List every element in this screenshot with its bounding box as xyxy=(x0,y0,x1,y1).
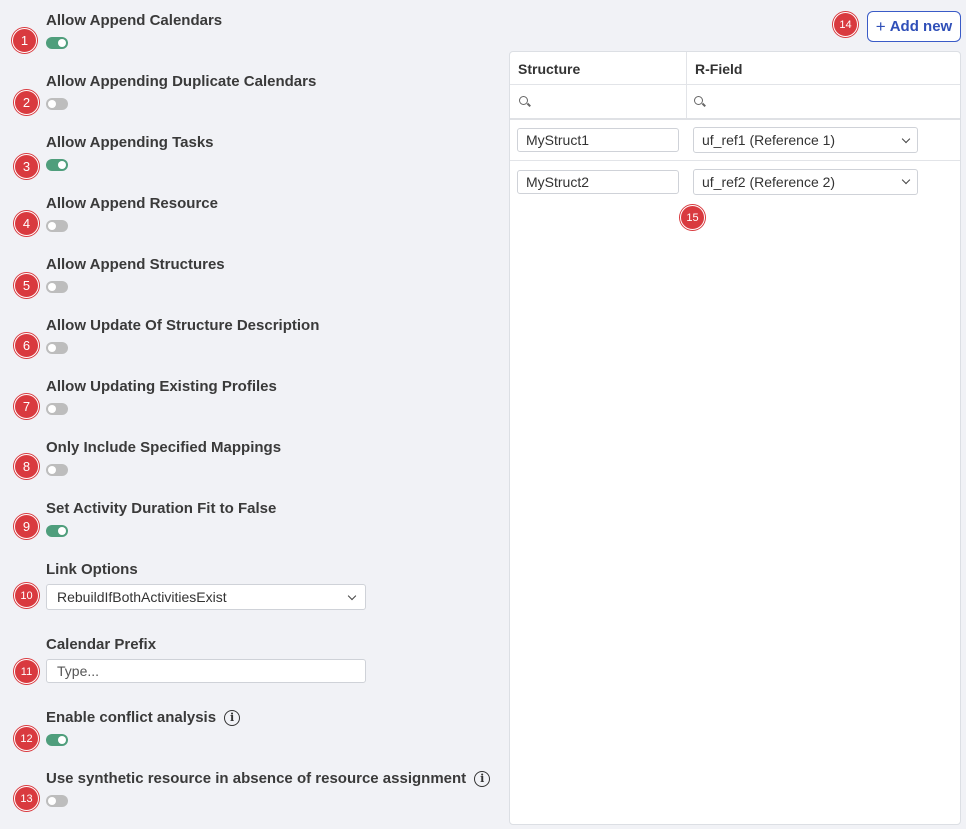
setting-label-row: Enable conflict analysis i xyxy=(46,709,241,726)
callout-marker: 13 xyxy=(14,786,39,811)
filter-row xyxy=(510,85,960,120)
setting-allow-append-calendars: Allow Append Calendars xyxy=(46,12,222,49)
rfield-filter[interactable] xyxy=(687,85,960,118)
table-row: MyStruct2 uf_ref2 (Reference 2) xyxy=(510,161,960,202)
search-icon xyxy=(519,95,531,108)
toggle-switch[interactable] xyxy=(46,795,68,807)
structure-mapping-table: Structure R-Field MyStruct1 uf_ref1 (Ref… xyxy=(509,51,961,825)
callout-marker: 7 xyxy=(14,394,39,419)
setting-allow-append-resource: Allow Append Resource xyxy=(46,195,218,232)
calendar-prefix-input[interactable] xyxy=(46,659,366,683)
callout-marker: 8 xyxy=(14,454,39,479)
column-header-rfield[interactable]: R-Field xyxy=(687,52,960,84)
info-icon[interactable]: i xyxy=(224,709,241,726)
table-header: Structure R-Field xyxy=(510,52,960,85)
setting-label: Allow Append Calendars xyxy=(46,12,223,29)
setting-label: Allow Update Of Structure Description xyxy=(46,317,320,334)
setting-label: Calendar Prefix xyxy=(46,636,157,653)
setting-allow-appending-duplicate-calendars: Allow Appending Duplicate Calendars xyxy=(46,73,316,110)
chevron-down-icon xyxy=(901,134,911,143)
callout-marker: 15 xyxy=(680,205,705,230)
chevron-down-icon xyxy=(901,175,911,185)
toggle-switch[interactable] xyxy=(46,37,68,49)
setting-label: Allow Updating Existing Profiles xyxy=(46,378,277,395)
setting-label: Allow Appending Duplicate Calendars xyxy=(46,73,317,90)
add-new-label: Add new xyxy=(889,18,953,35)
select-value: uf_ref1 (Reference 1) xyxy=(702,132,836,148)
toggle-knob xyxy=(58,161,66,169)
setting-label: Allow Append Structures xyxy=(46,256,225,273)
toggle-knob xyxy=(48,283,56,291)
setting-label: Set Activity Duration Fit to False xyxy=(46,500,277,517)
select-value: RebuildIfBothActivitiesExist xyxy=(57,589,227,605)
setting-label-row: Use synthetic resource in absence of res… xyxy=(46,770,491,787)
setting-activity-duration-fit: Set Activity Duration Fit to False xyxy=(46,500,276,537)
column-header-structure[interactable]: Structure xyxy=(510,52,687,84)
setting-label: Only Include Specified Mappings xyxy=(46,439,282,456)
structure-input[interactable]: MyStruct2 xyxy=(517,169,679,194)
toggle-switch[interactable] xyxy=(46,159,68,171)
setting-allow-update-structure-description: Allow Update Of Structure Description xyxy=(46,317,319,354)
toggle-knob xyxy=(48,797,56,805)
toggle-switch[interactable] xyxy=(46,464,68,476)
toggle-knob xyxy=(48,100,56,108)
select-value: uf_ref2 (Reference 2) xyxy=(702,173,836,190)
callout-marker: 6 xyxy=(14,333,39,358)
link-options-select[interactable]: RebuildIfBothActivitiesExist xyxy=(46,584,366,610)
toggle-knob xyxy=(48,222,56,230)
setting-link-options: Link Options RebuildIfBothActivitiesExis… xyxy=(46,561,366,610)
callout-marker: 5 xyxy=(14,273,39,298)
setting-label: Allow Append Resource xyxy=(46,195,218,212)
toggle-switch[interactable] xyxy=(46,525,68,537)
setting-label: Link Options xyxy=(46,561,138,578)
plus-icon: + xyxy=(875,16,886,36)
callout-marker: 2 xyxy=(14,90,39,115)
setting-label: Use synthetic resource in absence of res… xyxy=(46,770,467,787)
search-icon xyxy=(694,95,706,108)
callout-marker: 9 xyxy=(14,514,39,539)
callout-marker: 11 xyxy=(14,659,39,684)
toggle-knob xyxy=(48,466,56,474)
setting-label: Allow Appending Tasks xyxy=(46,134,214,151)
setting-allow-append-structures: Allow Append Structures xyxy=(46,256,225,293)
rfield-select[interactable]: uf_ref2 (Reference 2) xyxy=(693,168,918,195)
info-icon[interactable]: i xyxy=(474,770,491,787)
toggle-knob xyxy=(48,344,56,352)
setting-only-include-specified-mappings: Only Include Specified Mappings xyxy=(46,439,281,476)
chevron-down-icon xyxy=(347,591,357,600)
toggle-switch[interactable] xyxy=(46,734,68,746)
toggle-switch[interactable] xyxy=(46,220,68,232)
toggle-switch[interactable] xyxy=(46,403,68,415)
setting-label: Enable conflict analysis xyxy=(46,709,217,726)
setting-allow-appending-tasks: Allow Appending Tasks xyxy=(46,134,214,171)
callout-marker: 12 xyxy=(14,726,39,751)
setting-synthetic-resource: Use synthetic resource in absence of res… xyxy=(46,770,491,807)
callout-marker: 14 xyxy=(833,12,858,37)
callout-marker: 1 xyxy=(12,28,37,53)
rfield-select[interactable]: uf_ref1 (Reference 1) xyxy=(693,127,918,153)
add-new-button[interactable]: + Add new xyxy=(867,11,961,42)
toggle-switch[interactable] xyxy=(46,98,68,110)
structure-input[interactable]: MyStruct1 xyxy=(517,128,679,152)
callout-marker: 4 xyxy=(14,211,39,236)
toggle-knob xyxy=(58,527,66,535)
toggle-switch[interactable] xyxy=(46,342,68,354)
callout-marker: 3 xyxy=(14,154,39,179)
callout-marker: 10 xyxy=(14,583,39,608)
setting-calendar-prefix: Calendar Prefix xyxy=(46,636,366,683)
setting-conflict-analysis: Enable conflict analysis i xyxy=(46,709,241,746)
setting-allow-updating-existing-profiles: Allow Updating Existing Profiles xyxy=(46,378,277,415)
structure-filter[interactable] xyxy=(510,85,687,118)
table-row: MyStruct1 uf_ref1 (Reference 1) xyxy=(510,120,960,161)
toggle-knob xyxy=(58,736,66,744)
toggle-knob xyxy=(58,39,66,47)
toggle-switch[interactable] xyxy=(46,281,68,293)
toggle-knob xyxy=(48,405,56,413)
